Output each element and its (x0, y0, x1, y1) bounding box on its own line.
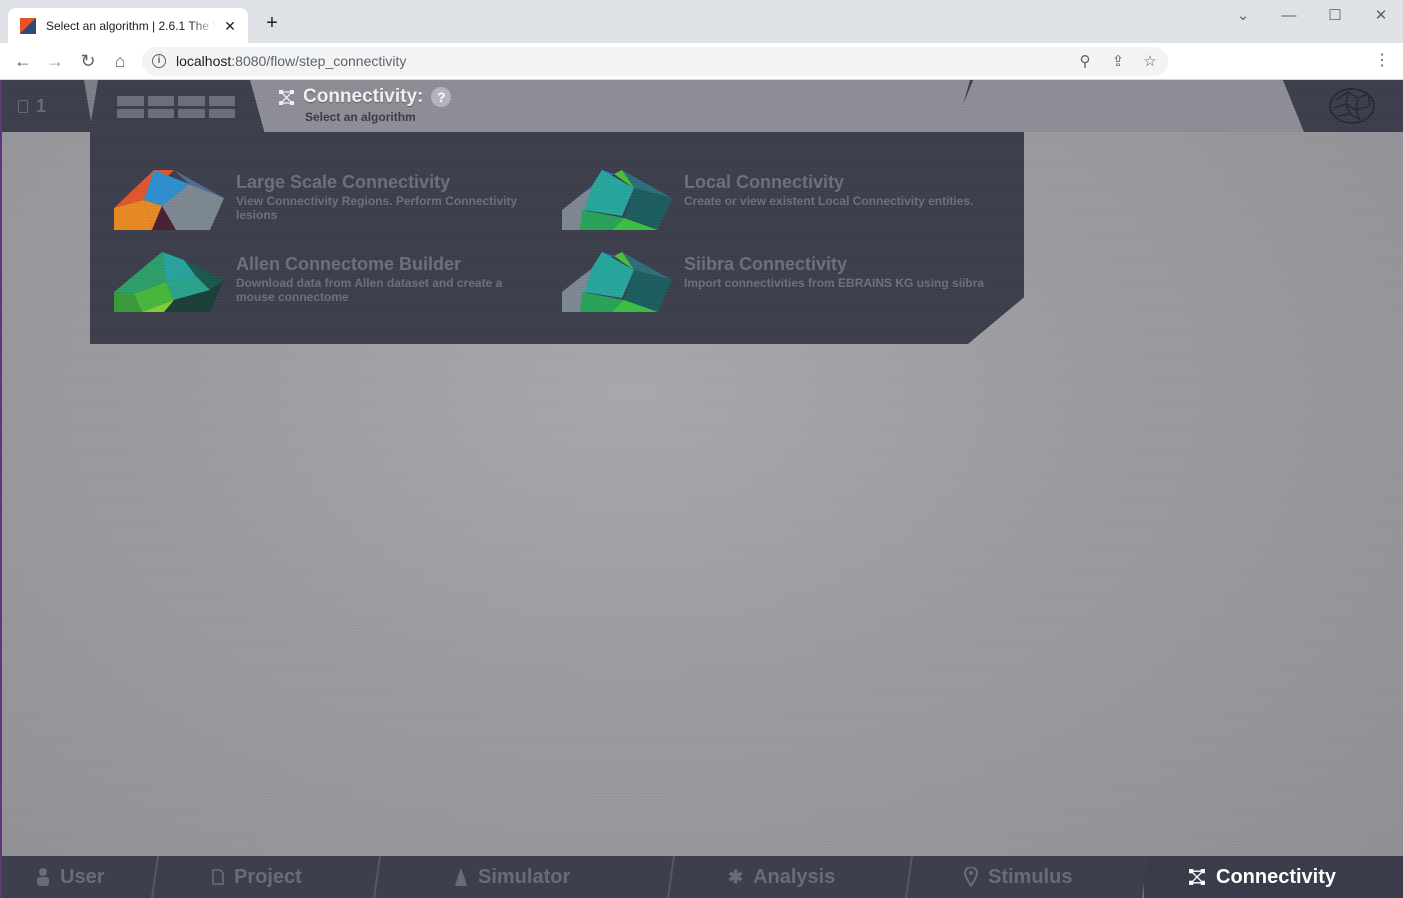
nav-separator (151, 856, 159, 898)
algorithm-description: View Connectivity Regions. Perform Conne… (236, 194, 518, 222)
nav-simulator[interactable]: Simulator (454, 856, 570, 898)
algorithm-description: Create or view existent Local Connectivi… (684, 194, 974, 208)
help-icon[interactable]: ? (431, 87, 452, 107)
connectivity-icon (1189, 869, 1205, 885)
pin-icon (964, 867, 978, 887)
nav-separator (667, 856, 675, 898)
app-body: 1 Connectivity: ? Select an algorithm La… (0, 80, 1403, 898)
forward-icon[interactable]: → (44, 50, 66, 72)
reload-icon[interactable]: ↻ (77, 50, 99, 72)
site-info-icon[interactable]: i (152, 54, 166, 68)
nav-separator (373, 856, 381, 898)
browser-toolbar: ← → ↻ ⌂ i localhost:8080/flow/step_conne… (0, 43, 1403, 80)
bottom-navigation: User Project Simulator ✱ Analysis Stimul… (2, 856, 1403, 898)
gear-icon: ✱ (728, 866, 744, 887)
new-tab-button[interactable]: + (262, 13, 282, 33)
connectivity-icon (279, 89, 294, 105)
algorithm-large-scale-connectivity[interactable]: Large Scale Connectivity View Connectivi… (114, 170, 554, 234)
algorithm-siibra-connectivity[interactable]: Siibra Connectivity Import connectivitie… (562, 252, 1002, 316)
local-gem-icon (562, 170, 672, 230)
project-count: 1 (36, 96, 47, 116)
algorithm-name: Local Connectivity (684, 172, 845, 192)
nav-connectivity[interactable]: Connectivity (1188, 856, 1336, 898)
large-scale-gem-icon (114, 170, 224, 230)
nav-project[interactable]: Project (212, 856, 302, 898)
nav-label: Connectivity (1216, 865, 1337, 888)
minimize-icon[interactable]: — (1277, 6, 1301, 26)
nav-stimulus[interactable]: Stimulus (964, 856, 1072, 898)
address-bar[interactable]: i localhost:8080/flow/step_connectivity … (142, 47, 1168, 76)
nav-label: Project (234, 865, 302, 888)
zoom-icon[interactable]: ⚲ (1075, 52, 1095, 72)
tab-close-icon[interactable]: ✕ (222, 18, 238, 34)
tvb-favicon-icon (20, 17, 36, 34)
app-header: 1 Connectivity: ? Select an algorithm (2, 80, 1403, 132)
back-icon[interactable]: ← (12, 50, 34, 72)
url-text[interactable]: localhost:8080/flow/step_connectivity (176, 53, 406, 69)
document-icon (18, 100, 28, 113)
home-icon[interactable]: ⌂ (109, 50, 131, 72)
grid-view-icon[interactable] (117, 96, 235, 118)
algorithm-description: Import connectivities from EBRAINS KG us… (684, 276, 985, 290)
nav-separator (905, 856, 913, 898)
section-name: Connectivity: (303, 86, 424, 107)
brain-logo-icon[interactable] (1328, 86, 1376, 126)
header-wedge (84, 80, 98, 122)
section-subtitle: Select an algorithm (305, 110, 416, 124)
nav-analysis[interactable]: ✱ Analysis (728, 856, 835, 898)
tab-title: Select an algorithm | 2.6.1 The Virtual … (46, 18, 216, 33)
algorithm-allen-connectome-builder[interactable]: Allen Connectome Builder Download data f… (114, 252, 554, 316)
document-icon (212, 869, 224, 885)
algorithm-local-connectivity[interactable]: Local Connectivity Create or view existe… (562, 170, 1002, 234)
algorithm-name: Siibra Connectivity (684, 254, 848, 274)
maximize-icon[interactable]: ☐ (1323, 6, 1347, 26)
tab-search-icon[interactable]: ⌄ (1231, 6, 1255, 26)
bookmark-star-icon[interactable]: ☆ (1140, 52, 1160, 72)
nav-label: User (60, 865, 105, 888)
algorithm-name: Allen Connectome Builder (236, 254, 462, 274)
nav-label: Simulator (478, 865, 571, 888)
section-title: Connectivity: ? (278, 86, 452, 108)
share-icon[interactable]: ⇪ (1108, 52, 1128, 72)
siibra-gem-icon (562, 252, 672, 312)
algorithm-panel: Large Scale Connectivity View Connectivi… (90, 132, 1024, 344)
secondary-header-tab (952, 80, 1304, 132)
nav-label: Analysis (753, 865, 836, 888)
algorithm-description: Download data from Allen dataset and cre… (236, 276, 503, 304)
browser-tab[interactable]: Select an algorithm | 2.6.1 The Virtual … (8, 8, 248, 43)
project-indicator[interactable]: 1 (18, 96, 46, 117)
nav-label: Stimulus (988, 865, 1073, 888)
allen-gem-icon (114, 252, 224, 312)
close-window-icon[interactable]: ✕ (1369, 6, 1393, 26)
browser-titlebar: Select an algorithm | 2.6.1 The Virtual … (0, 0, 1403, 43)
nav-user[interactable]: User (36, 856, 104, 898)
user-icon (37, 868, 49, 886)
algorithm-name: Large Scale Connectivity (236, 172, 451, 192)
simulator-icon (455, 868, 467, 886)
browser-menu-icon[interactable]: ⋮ (1372, 51, 1392, 71)
